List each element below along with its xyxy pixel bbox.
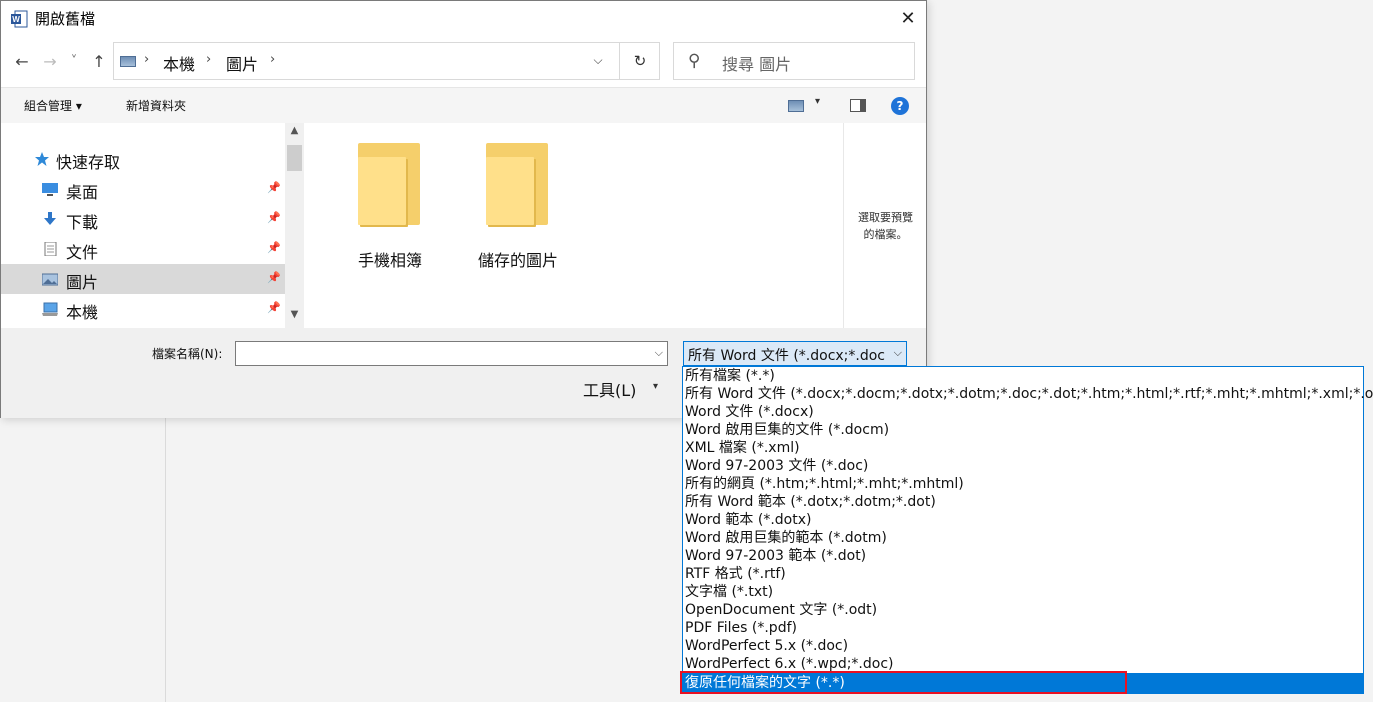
navigation-scrollbar[interactable]: ▲ ▼ — [285, 123, 304, 328]
folder-icon — [358, 143, 422, 225]
new-folder-button[interactable]: 新增資料夾 — [126, 97, 186, 114]
recent-locations-button[interactable]: ˅ — [65, 51, 83, 73]
file-type-option[interactable]: 所有檔案 (*.*) — [683, 367, 1363, 385]
filename-input[interactable]: ⌵ — [235, 341, 668, 366]
tools-dropdown-icon[interactable]: ▾ — [653, 381, 658, 392]
document-icon — [44, 242, 57, 256]
word-app-icon: W — [11, 10, 28, 28]
scroll-thumb[interactable] — [287, 145, 302, 171]
forward-button[interactable]: → — [39, 51, 61, 73]
address-dropdown-icon[interactable]: ⌵ — [588, 53, 608, 68]
view-options-dropdown[interactable]: ▾ — [815, 96, 820, 107]
svg-text:W: W — [12, 15, 20, 24]
sidebar-item-label: 桌面 — [66, 183, 99, 202]
pin-icon[interactable]: 📌 — [267, 301, 281, 314]
folder-icon — [486, 143, 550, 225]
sidebar-item-downloads[interactable]: 下載 📌 — [1, 204, 285, 234]
breadcrumb-separator: › — [144, 52, 150, 67]
file-type-option[interactable]: 文字檔 (*.txt) — [683, 583, 1363, 601]
sidebar-item-label: 文件 — [66, 243, 99, 262]
preview-message: 選取要預覽 的檔案。 — [844, 209, 927, 243]
up-button[interactable]: ↑ — [89, 51, 109, 73]
breadcrumb-pictures[interactable]: 圖片 — [226, 51, 258, 75]
preview-pane: 選取要預覽 的檔案。 — [843, 123, 926, 328]
preview-line: 選取要預覽 — [858, 211, 913, 224]
sidebar-item-label: 快速存取 — [56, 153, 121, 172]
file-type-option[interactable]: Word 範本 (*.dotx) — [683, 511, 1363, 529]
annotation-highlight-box — [680, 671, 1127, 694]
close-button[interactable]: ✕ — [889, 1, 927, 37]
file-type-option[interactable]: Word 啟用巨集的範本 (*.dotm) — [683, 529, 1363, 547]
file-type-option[interactable]: XML 檔案 (*.xml) — [683, 439, 1363, 457]
filename-dropdown-icon[interactable]: ⌵ — [655, 346, 663, 360]
tools-button[interactable]: 工具(L) — [583, 377, 636, 401]
file-type-option[interactable]: 所有 Word 範本 (*.dotx;*.dotm;*.dot) — [683, 493, 1363, 511]
pin-icon[interactable]: 📌 — [267, 211, 281, 224]
star-icon — [35, 152, 49, 166]
chevron-down-icon[interactable]: ⌵ — [894, 346, 902, 360]
background-app-area — [926, 0, 1373, 417]
search-icon: ⚲ — [688, 51, 701, 71]
background-sidebar — [0, 417, 166, 702]
sidebar-item-label: 本機 — [66, 303, 99, 322]
file-type-option[interactable]: PDF Files (*.pdf) — [683, 619, 1363, 637]
refresh-button[interactable]: ↻ — [619, 43, 660, 79]
pictures-location-icon — [120, 56, 136, 67]
sidebar-item-label: 下載 — [66, 213, 99, 232]
pictures-icon — [42, 273, 58, 286]
file-type-option[interactable]: WordPerfect 5.x (*.doc) — [683, 637, 1363, 655]
file-type-option[interactable]: OpenDocument 文字 (*.odt) — [683, 601, 1363, 619]
sidebar-item-pictures[interactable]: 圖片 📌 — [1, 264, 285, 294]
file-type-option[interactable]: Word 97-2003 文件 (*.doc) — [683, 457, 1363, 475]
file-type-option[interactable]: Word 啟用巨集的文件 (*.docm) — [683, 421, 1363, 439]
download-icon — [44, 212, 56, 225]
help-icon[interactable]: ? — [891, 97, 909, 115]
file-list: 手機相簿 儲存的圖片 — [304, 123, 843, 328]
scroll-up-button[interactable]: ▲ — [285, 125, 304, 141]
breadcrumb-separator: › — [206, 52, 212, 67]
back-button[interactable]: ← — [11, 51, 33, 73]
preview-line: 的檔案。 — [863, 228, 908, 241]
file-type-option[interactable]: 所有 Word 文件 (*.docx;*.docm;*.dotx;*.dotm;… — [683, 385, 1373, 403]
breadcrumb-this-pc[interactable]: 本機 — [163, 51, 195, 75]
folder-label: 手機相簿 — [357, 251, 422, 270]
computer-icon — [42, 302, 58, 316]
desktop-icon — [42, 183, 58, 196]
scroll-down-button[interactable]: ▼ — [285, 309, 304, 325]
dialog-title: 開啟舊檔 — [35, 10, 96, 28]
preview-pane-icon[interactable] — [850, 99, 866, 112]
sidebar-item-this-pc[interactable]: 本機 📌 — [1, 294, 285, 324]
address-bar[interactable]: › 本機 › 圖片 › ⌵ ↻ — [113, 42, 660, 80]
filename-label: 檔案名稱(N): — [152, 347, 223, 361]
sidebar-item-desktop[interactable]: 桌面 📌 — [1, 174, 285, 204]
file-type-option[interactable]: 所有的網頁 (*.htm;*.html;*.mht;*.mhtml) — [683, 475, 1363, 493]
sidebar-item-label: 圖片 — [66, 273, 99, 292]
pin-icon[interactable]: 📌 — [267, 181, 281, 194]
search-placeholder[interactable]: 搜尋 圖片 — [722, 51, 791, 75]
change-view-icon[interactable] — [788, 100, 804, 112]
sidebar-item-quick-access[interactable]: 快速存取 — [1, 144, 285, 174]
file-type-option[interactable]: RTF 格式 (*.rtf) — [683, 565, 1363, 583]
title-bar: W 開啟舊檔 ✕ — [1, 1, 926, 37]
file-type-select[interactable]: 所有 Word 文件 (*.docx;*.docm ⌵ — [683, 341, 907, 366]
search-box[interactable]: ⚲ 搜尋 圖片 — [673, 42, 915, 80]
file-type-option[interactable]: Word 文件 (*.docx) — [683, 403, 1363, 421]
sidebar-item-documents[interactable]: 文件 📌 — [1, 234, 285, 264]
breadcrumb-separator[interactable]: › — [270, 52, 275, 67]
pin-icon[interactable]: 📌 — [267, 241, 281, 254]
file-type-option[interactable]: Word 97-2003 範本 (*.dot) — [683, 547, 1363, 565]
folder-item[interactable]: 手機相簿 — [330, 143, 450, 273]
folder-item[interactable]: 儲存的圖片 — [458, 143, 578, 273]
navigation-pane: 快速存取 桌面 📌 下載 📌 文件 📌 圖片 📌 本機 📌 — [1, 123, 285, 328]
organize-button[interactable]: 組合管理 ▾ — [24, 97, 82, 114]
file-type-value: 所有 Word 文件 (*.docx;*.docm — [688, 348, 886, 364]
open-file-dialog: W 開啟舊檔 ✕ ← → ˅ ↑ › 本機 › 圖片 › ⌵ ↻ ⚲ 搜尋 圖片… — [0, 0, 927, 418]
folder-label: 儲存的圖片 — [477, 251, 558, 270]
command-bar: 組合管理 ▾ 新增資料夾 ▾ ? — [1, 87, 926, 123]
pin-icon[interactable]: 📌 — [267, 271, 281, 284]
file-type-dropdown-list: 所有檔案 (*.*) 所有 Word 文件 (*.docx;*.docm;*.d… — [682, 366, 1373, 694]
